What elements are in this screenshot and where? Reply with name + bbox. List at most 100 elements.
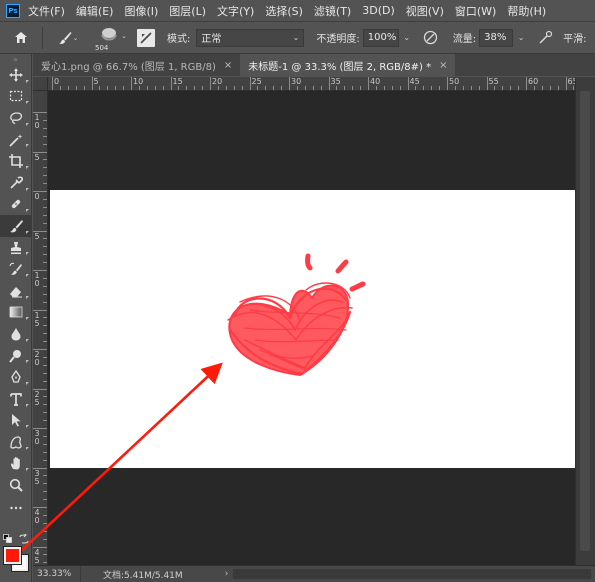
- airbrush-icon[interactable]: [535, 28, 555, 48]
- toolbar-grip-icon[interactable]: »: [0, 54, 31, 64]
- tool-flyout-indicator: [26, 468, 29, 472]
- ruler-h-label: 30: [291, 77, 302, 86]
- menu-3d[interactable]: 3D(D): [362, 4, 395, 17]
- tool-preset-picker[interactable]: ⌄: [49, 26, 87, 50]
- dodge-tool[interactable]: [0, 345, 32, 367]
- ruler-h-minor-tick: [478, 86, 480, 90]
- ruler-v-tick: [33, 349, 47, 350]
- ruler-origin[interactable]: [33, 77, 48, 91]
- status-menu-arrow-icon[interactable]: ›: [225, 569, 229, 579]
- ruler-v-minor-tick: [43, 317, 47, 319]
- zoom-tool[interactable]: [0, 474, 32, 496]
- ruler-h-tick: [91, 77, 93, 90]
- eyedropper-tool[interactable]: [0, 172, 32, 194]
- ruler-h-label: 50: [449, 77, 460, 86]
- menu-window[interactable]: 窗口(W): [455, 3, 496, 19]
- hand-tool[interactable]: [0, 453, 32, 475]
- eraser-tool[interactable]: [0, 280, 32, 302]
- opacity-input[interactable]: 100%: [362, 28, 399, 47]
- ruler-h-minor-tick: [360, 86, 362, 90]
- ruler-v-minor-tick: [43, 412, 47, 414]
- pressure-opacity-icon[interactable]: [421, 28, 441, 48]
- horizontal-ruler[interactable]: 0 5 10 15 20 25 30 35 40 45 50 55 60 65: [48, 77, 575, 91]
- tool-flyout-indicator: [26, 425, 29, 429]
- ruler-h-minor-tick: [415, 86, 417, 90]
- pen-tool[interactable]: [0, 366, 32, 388]
- ruler-h-tick: [407, 77, 409, 90]
- brush-settings-panel-toggle[interactable]: [137, 28, 155, 47]
- vertical-ruler[interactable]: 1 0 5 0 5 1 0 1 5 2 0 2 5 3 0 3 5 4 0 4 5: [33, 91, 48, 565]
- canvas-workspace[interactable]: [48, 91, 575, 565]
- scrollbar-thumb[interactable]: [580, 91, 590, 551]
- ruler-h-tick: [131, 77, 132, 90]
- menu-image[interactable]: 图像(I): [124, 3, 158, 19]
- close-icon[interactable]: ×: [439, 60, 447, 71]
- menu-select[interactable]: 选择(S): [265, 3, 303, 19]
- marquee-tool[interactable]: [0, 86, 32, 108]
- ruler-v-tick: [33, 191, 47, 192]
- tool-flyout-indicator: [26, 273, 29, 277]
- ruler-h-minor-tick: [344, 86, 346, 90]
- color-swatches: [2, 534, 30, 578]
- ruler-h-minor-tick: [431, 86, 433, 90]
- ruler-h-label: 55: [488, 77, 499, 86]
- menu-edit[interactable]: 编辑(E): [76, 3, 114, 19]
- ruler-h-minor-tick: [59, 86, 61, 90]
- zoom-level-field[interactable]: 33.33%: [33, 566, 81, 582]
- flow-input[interactable]: 38%: [479, 28, 514, 47]
- crop-tool[interactable]: [0, 150, 32, 172]
- ruler-v-minor-tick: [43, 175, 47, 177]
- path-selection-tool[interactable]: [0, 410, 32, 432]
- menu-filter[interactable]: 滤镜(T): [314, 3, 351, 19]
- ruler-v-label: 0: [34, 192, 40, 201]
- shape-tool[interactable]: [0, 431, 32, 453]
- ruler-v-minor-tick: [43, 396, 47, 398]
- foreground-color-swatch[interactable]: [3, 546, 22, 565]
- flow-dropdown-button[interactable]: ⌄: [513, 29, 529, 47]
- ruler-v-minor-tick: [43, 325, 47, 327]
- opacity-dropdown-button[interactable]: ⌄: [399, 29, 415, 47]
- menu-view[interactable]: 视图(V): [406, 3, 444, 19]
- ruler-h-minor-tick: [67, 86, 69, 90]
- ruler-h-minor-tick: [470, 86, 472, 90]
- menu-help[interactable]: 帮助(H): [507, 3, 546, 19]
- vertical-scrollbar[interactable]: [575, 77, 595, 565]
- brush-size-value: 504: [95, 43, 109, 52]
- menu-type[interactable]: 文字(Y): [217, 3, 254, 19]
- ruler-v-label: 5: [34, 231, 40, 241]
- tab-heart-png[interactable]: 爱心1.png @ 66.7% (图层 1, RGB/8) ×: [33, 54, 240, 76]
- history-brush-tool[interactable]: [0, 258, 32, 280]
- tab-untitled-1[interactable]: 未标题-1 @ 33.3% (图层 2, RGB/8#) * ×: [240, 54, 456, 76]
- menu-layer[interactable]: 图层(L): [169, 3, 206, 19]
- pen-tool-icon: [11, 370, 21, 383]
- ruler-h-tick: [249, 77, 251, 90]
- lasso-tool[interactable]: [0, 107, 32, 129]
- ruler-h-minor-tick: [194, 86, 196, 90]
- ruler-h-tick: [447, 77, 448, 90]
- brush-tool[interactable]: [0, 215, 32, 237]
- brush-preset-picker[interactable]: 504 ⌄: [93, 24, 127, 52]
- ruler-h-minor-tick: [146, 86, 148, 90]
- ruler-v-minor-tick: [43, 514, 47, 516]
- default-colors-icon[interactable]: [3, 534, 13, 544]
- menu-file[interactable]: 文件(F): [28, 3, 65, 19]
- ruler-h-minor-tick: [83, 86, 85, 90]
- swap-colors-icon[interactable]: [19, 534, 29, 544]
- more-tools[interactable]: [0, 496, 32, 518]
- ruler-h-minor-tick: [383, 86, 385, 90]
- magic-wand-tool[interactable]: [0, 129, 32, 151]
- document-canvas[interactable]: [50, 190, 575, 468]
- type-tool[interactable]: [0, 388, 32, 410]
- horizontal-scrollbar[interactable]: [233, 569, 591, 579]
- move-tool[interactable]: [0, 64, 32, 86]
- home-icon[interactable]: [6, 26, 36, 50]
- close-icon[interactable]: ×: [224, 60, 232, 71]
- gradient-tool[interactable]: [0, 302, 32, 324]
- healing-brush-tool[interactable]: [0, 194, 32, 216]
- photoshop-logo-icon[interactable]: Ps: [6, 3, 20, 18]
- blend-mode-select[interactable]: 正常 ⌄: [196, 28, 305, 47]
- document-tabs: 爱心1.png @ 66.7% (图层 1, RGB/8) × 未标题-1 @ …: [33, 54, 595, 76]
- blur-tool[interactable]: [0, 323, 32, 345]
- clone-stamp-tool[interactable]: [0, 237, 32, 259]
- ruler-h-minor-tick: [462, 86, 464, 90]
